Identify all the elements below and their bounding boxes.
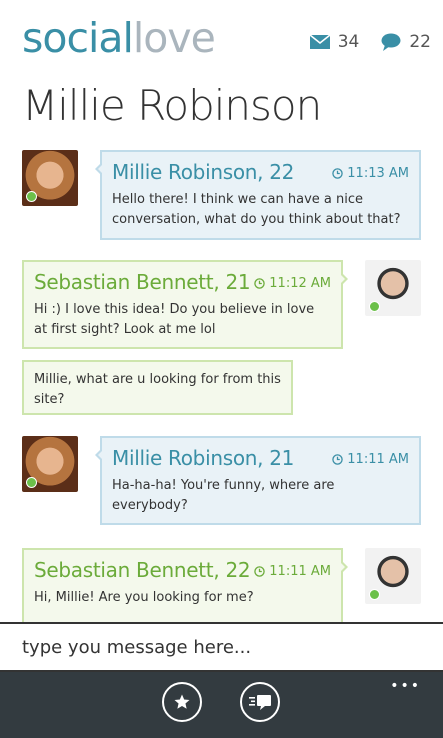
clock-icon: [254, 278, 266, 289]
send-message-icon: [249, 695, 271, 710]
message-time: 11:13 AM: [332, 166, 409, 181]
message-composer: [0, 622, 443, 672]
avatar-millie[interactable]: [22, 436, 78, 492]
message-text: Hi :) I love this idea! Do you believe i…: [34, 302, 315, 337]
online-indicator: [369, 589, 380, 600]
online-indicator: [369, 301, 380, 312]
clock-icon: [254, 566, 266, 577]
more-options-button[interactable]: •••: [390, 678, 421, 694]
sender-name: Millie Robinson, 22: [112, 160, 295, 184]
avatar-millie[interactable]: [22, 150, 78, 206]
clock-icon: [332, 168, 344, 179]
star-icon: [174, 694, 190, 709]
send-button[interactable]: [240, 682, 280, 722]
clock-icon: [332, 454, 344, 465]
sender-name: Sebastian Bennett, 22: [34, 558, 251, 582]
message-list[interactable]: Millie Robinson, 22 11:13 AM Hello there…: [0, 148, 443, 622]
favorite-button[interactable]: [162, 682, 202, 722]
avatar-sebastian[interactable]: [365, 260, 421, 316]
app-logo: sociallove: [22, 14, 216, 62]
chat-count: 22: [409, 32, 431, 52]
chat-bubble-icon[interactable]: [381, 33, 401, 51]
message-time: 11:11 AM: [254, 564, 331, 579]
mail-icon[interactable]: [309, 35, 330, 49]
app-bar: •••: [0, 672, 443, 738]
avatar-sebastian[interactable]: [365, 548, 421, 604]
message-bubble: Sebastian Bennett, 22 11:11 AM Hi, Milli…: [22, 548, 348, 622]
message-bubble: Sebastian Bennett, 21 11:12 AM Hi :) I l…: [22, 260, 348, 349]
message-text: Hello there! I think we can have a nice …: [112, 192, 401, 227]
page-title: Millie Robinson: [22, 81, 322, 130]
notification-counters: 34 22: [309, 32, 431, 52]
message-time: 11:11 AM: [332, 452, 409, 467]
message-time: 11:12 AM: [254, 276, 331, 291]
sender-name: Sebastian Bennett, 21: [34, 270, 251, 294]
sender-name: Millie Robinson, 21: [112, 446, 295, 470]
message-input[interactable]: [0, 624, 443, 670]
message-text: Ha-ha-ha! You're funny, where are everyb…: [112, 478, 335, 513]
logo-love: love: [132, 14, 216, 62]
mail-count: 34: [337, 32, 360, 52]
message-text: Hi, Millie! Are you looking for me?: [34, 590, 254, 605]
message-bubble: Millie Robinson, 21 11:11 AM Ha-ha-ha! Y…: [95, 436, 421, 525]
logo-social: social: [22, 14, 134, 62]
message-text: Millie, what are u looking for from this…: [34, 372, 281, 407]
online-indicator: [26, 477, 37, 488]
online-indicator: [26, 191, 37, 202]
message-bubble: Millie, what are u looking for from this…: [22, 360, 293, 415]
message-bubble: Millie Robinson, 22 11:13 AM Hello there…: [95, 150, 421, 240]
